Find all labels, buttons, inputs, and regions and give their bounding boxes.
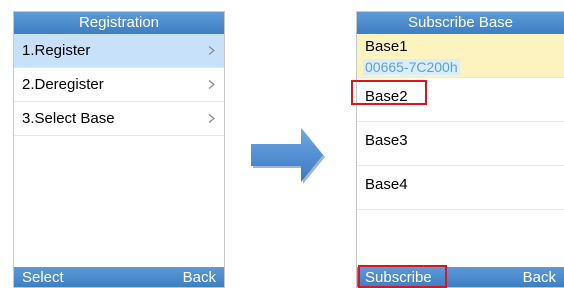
base-item-1[interactable]: Base1 00665-7C200h [357,34,564,78]
base-item-label: Base4 [365,176,408,193]
screen-title: Registration [14,12,224,34]
registration-screen: Registration 1.Register 2.Deregister 3.S… [13,11,225,288]
menu-item-deregister[interactable]: 2.Deregister [14,68,224,102]
screen-title: Subscribe Base [357,12,564,34]
softkey-bar: Select Back [14,267,224,287]
back-softkey[interactable]: Back [183,269,216,286]
base-item-4[interactable]: Base4 [357,166,564,210]
base-item-3[interactable]: Base3 [357,122,564,166]
chevron-right-icon [208,80,215,89]
menu-item-register[interactable]: 1.Register [14,34,224,68]
menu-item-label: 3.Select Base [22,110,115,127]
arrow-right-icon [251,128,325,184]
menu-item-label: 2.Deregister [22,76,104,93]
back-softkey[interactable]: Back [523,269,556,286]
menu-item-label: 1.Register [22,42,91,59]
base-item-label: Base3 [365,132,408,149]
chevron-right-icon [208,46,215,55]
chevron-right-icon [208,114,215,123]
base-item-label: Base1 [365,38,408,55]
subscribe-highlight-box [358,265,447,288]
subscribe-base-screen: Subscribe Base Base1 00665-7C200h Base2 … [356,11,564,288]
base-id: 00665-7C200h [363,59,460,75]
base2-highlight-box [351,80,427,105]
menu-item-select-base[interactable]: 3.Select Base [14,102,224,136]
select-softkey[interactable]: Select [22,269,64,286]
